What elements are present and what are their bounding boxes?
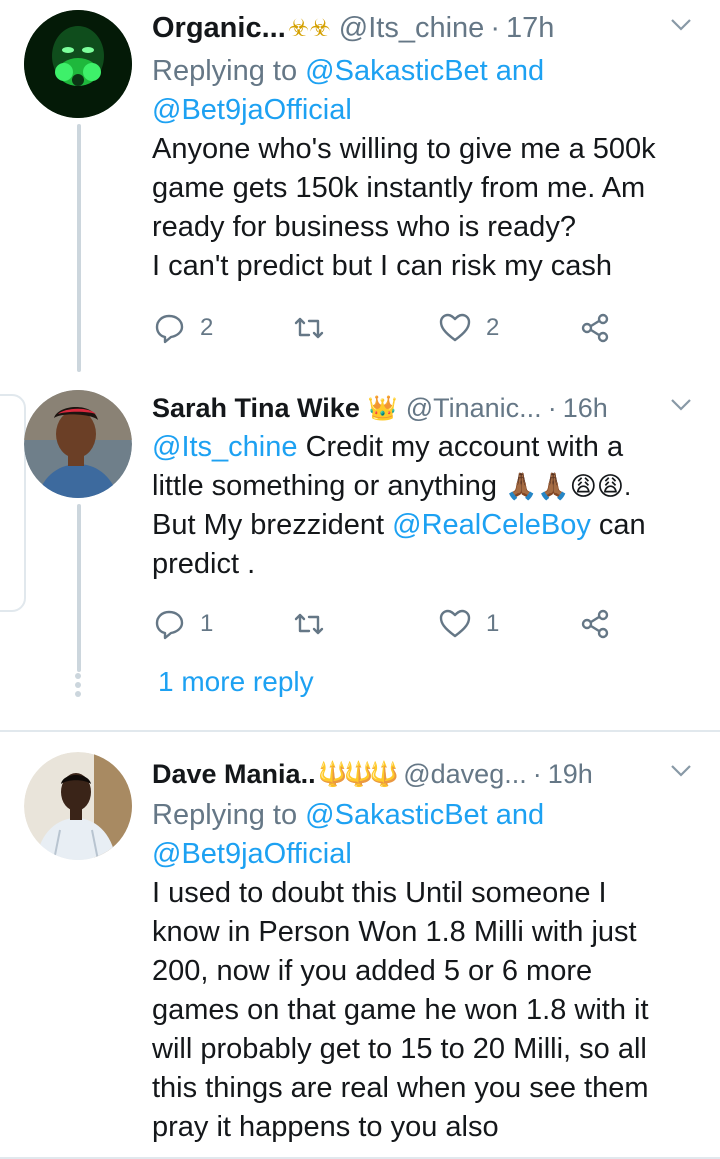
separator-dot: · — [547, 392, 557, 423]
display-name[interactable]: Sarah Tina Wike — [152, 393, 360, 424]
avatar[interactable] — [24, 390, 132, 498]
text-line: But My brezzident @RealCeleBoy can — [152, 506, 702, 545]
text-line: games on that game he won 1.8 with it — [152, 994, 649, 1026]
text-line: ready for business who is ready? — [152, 211, 576, 243]
replying-prefix: Replying to — [152, 55, 306, 87]
heart-icon — [439, 313, 471, 342]
text-line: 200, now if you added 5 or 6 more — [152, 955, 593, 987]
more-dots-icon — [75, 673, 81, 697]
avatar[interactable] — [24, 10, 132, 118]
display-name[interactable]: Organic... — [152, 12, 286, 45]
replying-to: Replying to @SakasticBet and — [152, 796, 702, 835]
tweet-text: @Its_chine Credit my account with a litt… — [152, 428, 702, 584]
tweet-2[interactable]: Sarah Tina Wike 👑 @Tinanic... · 16h @Its… — [0, 380, 720, 730]
avatar[interactable] — [24, 752, 132, 860]
name-emoji: 🔱🔱🔱 — [317, 760, 400, 788]
mention-link[interactable]: @RealCeleBoy — [392, 509, 591, 541]
text-line: I can't predict but I can risk my cash — [152, 250, 613, 282]
replying-and: and — [487, 799, 545, 831]
tweet-header: Sarah Tina Wike 👑 @Tinanic... · 16h — [152, 386, 702, 430]
text-line: predict . — [152, 548, 256, 580]
text-line: pray it happens to you also — [152, 1111, 499, 1143]
chevron-down-icon[interactable] — [670, 764, 692, 778]
text-line: Anyone who's willing to give me a 500k — [152, 133, 656, 165]
mention-link[interactable]: @Its_chine — [152, 431, 298, 463]
mention-link[interactable]: @Bet9jaOfficial — [152, 94, 352, 126]
heart-icon — [439, 609, 471, 638]
text-segment: little something or anything — [152, 470, 506, 502]
share-button[interactable] — [578, 604, 612, 644]
name-emoji: 👑 — [367, 394, 398, 422]
tweet-actions: 1 1 — [152, 604, 692, 644]
like-count: 1 — [486, 610, 500, 637]
mention-link[interactable]: @Bet9jaOfficial — [152, 838, 352, 870]
tweet-header: Dave Mania.. 🔱🔱🔱 @daveg... · 19h — [152, 752, 702, 796]
replying-to-line2: @Bet9jaOfficial — [152, 91, 702, 130]
name-emoji: ☣☣ — [287, 14, 331, 42]
replying-and: and — [487, 55, 545, 87]
reply-icon — [155, 610, 184, 640]
text-line: game gets 150k instantly from me. Am — [152, 172, 646, 204]
replying-prefix: Replying to — [152, 799, 306, 831]
tweet-actions: 2 2 — [152, 308, 692, 348]
tweet-text: I used to doubt this Until someone I kno… — [152, 874, 702, 1147]
mention-link[interactable]: @SakasticBet — [305, 55, 488, 87]
reply-button[interactable]: 2 — [152, 308, 213, 348]
tweet-text: Anyone who's willing to give me a 500k g… — [152, 130, 702, 286]
mention-link[interactable]: @SakasticBet — [305, 799, 488, 831]
timestamp[interactable]: 17h — [506, 12, 554, 45]
text-line: this things are real when you see them — [152, 1072, 649, 1104]
reply-icon — [155, 314, 184, 344]
user-handle[interactable]: @Its_chine — [339, 12, 485, 45]
like-button[interactable]: 2 — [438, 308, 499, 348]
timestamp[interactable]: 19h — [548, 759, 593, 790]
thread-line — [77, 124, 81, 372]
retweet-icon — [294, 317, 324, 339]
text-segment: But My brezzident — [152, 509, 393, 541]
text-segment: can — [590, 509, 646, 541]
text-line: will probably get to 15 to 20 Milli, so … — [152, 1033, 647, 1065]
text-line: little something or anything 🙏🏾🙏🏾😩😩. — [152, 467, 702, 506]
tweet-header: Organic... ☣☣ @Its_chine · 17h — [152, 6, 702, 50]
text-line: I used to doubt this Until someone I — [152, 877, 607, 909]
replying-to: Replying to @SakasticBet and — [152, 52, 702, 91]
user-handle[interactable]: @daveg... — [403, 759, 526, 790]
chevron-down-icon[interactable] — [670, 398, 692, 412]
like-button[interactable]: 1 — [438, 604, 499, 644]
emoji-segment: 🙏🏾🙏🏾😩😩. — [505, 471, 632, 501]
like-count: 2 — [486, 314, 500, 341]
text-segment: Credit my account with a — [297, 431, 624, 463]
share-button[interactable] — [578, 308, 612, 348]
reply-count: 1 — [200, 610, 214, 637]
timestamp[interactable]: 16h — [563, 393, 608, 424]
thread-line — [77, 504, 81, 672]
share-icon — [581, 609, 609, 639]
share-icon — [581, 313, 609, 343]
tweet-1[interactable]: Organic... ☣☣ @Its_chine · 17h Replying … — [0, 0, 720, 372]
replying-to-line2: @Bet9jaOfficial — [152, 835, 702, 874]
separator-dot: · — [490, 11, 500, 44]
separator-dot: · — [532, 758, 542, 789]
display-name[interactable]: Dave Mania.. — [152, 759, 316, 790]
more-replies-link[interactable]: 1 more reply — [158, 666, 314, 698]
retweet-button[interactable] — [292, 604, 340, 644]
chevron-down-icon[interactable] — [670, 18, 692, 32]
retweet-button[interactable] — [292, 308, 340, 348]
text-line: know in Person Won 1.8 Milli with just — [152, 916, 637, 948]
reply-count: 2 — [200, 314, 214, 341]
user-handle[interactable]: @Tinanic... — [406, 393, 542, 424]
text-line: @Its_chine Credit my account with a — [152, 428, 702, 467]
retweet-icon — [294, 613, 324, 635]
reply-button[interactable]: 1 — [152, 604, 213, 644]
tweet-3[interactable]: Dave Mania.. 🔱🔱🔱 @daveg... · 19h Replyin… — [0, 732, 720, 1159]
